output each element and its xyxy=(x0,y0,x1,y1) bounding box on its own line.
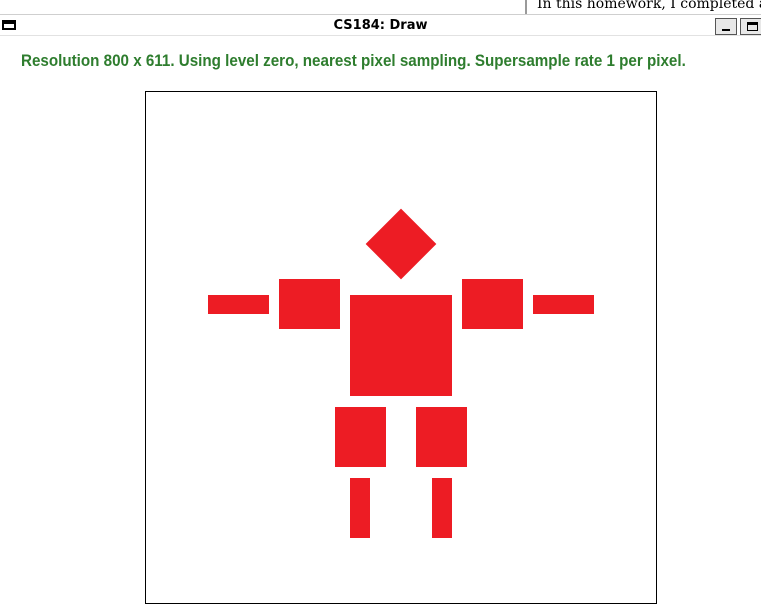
maximize-icon xyxy=(747,22,758,31)
figure-left-shin xyxy=(350,478,370,538)
figure-right-thigh xyxy=(416,407,467,467)
canvas-svg xyxy=(208,208,594,538)
background-document-window: In this homework, I completed an i xyxy=(508,0,761,14)
maximize-button[interactable] xyxy=(740,18,761,35)
drawing-canvas[interactable] xyxy=(145,91,657,604)
window-titlebar[interactable]: CS184: Draw xyxy=(0,14,761,36)
figure-head xyxy=(365,208,437,280)
background-document-margin-line xyxy=(525,0,527,14)
render-status-text: Resolution 800 x 611. Using level zero, … xyxy=(21,52,686,70)
figure-left-thigh xyxy=(335,407,386,467)
window-title: CS184: Draw xyxy=(333,18,428,33)
figure-left-upper-arm xyxy=(279,279,340,329)
draw-window: CS184: Draw Resolution 800 x 611. Using … xyxy=(0,14,761,604)
minimize-icon xyxy=(722,29,730,31)
figure-right-upper-arm xyxy=(462,279,523,329)
figure-torso xyxy=(350,295,452,396)
minimize-button[interactable] xyxy=(715,18,737,35)
figure-right-hand xyxy=(533,295,594,314)
background-document-text: In this homework, I completed an i xyxy=(537,0,761,12)
figure-right-shin xyxy=(432,478,452,538)
figure-left-hand xyxy=(208,295,269,314)
